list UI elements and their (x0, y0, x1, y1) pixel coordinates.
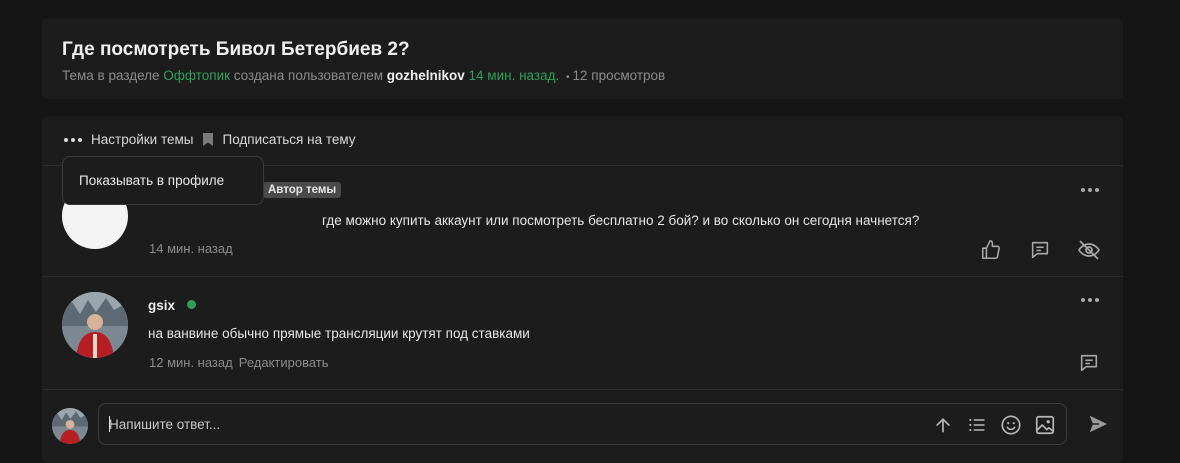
post-time[interactable]: 14 мин. назад (149, 241, 233, 256)
user-photo (62, 292, 128, 358)
divider (42, 389, 1123, 390)
arrow-up-icon[interactable] (933, 415, 953, 435)
reply-box (98, 403, 1067, 445)
separator-dot: • (565, 72, 570, 83)
topic-settings-dropdown: Показывать в профиле (62, 156, 264, 205)
topic-title: Где посмотреть Бивол Бетербиев 2? (62, 39, 410, 60)
post-author-name[interactable]: gsix (148, 298, 175, 313)
send-icon[interactable] (1087, 413, 1109, 435)
subscribe-button[interactable]: Подписаться на тему (193, 132, 356, 147)
post-text: где можно купить аккаунт или посмотреть … (322, 213, 920, 228)
topic-settings-button[interactable]: Настройки темы (64, 132, 193, 147)
topic-meta: Тема в разделе Оффтопик создана пользова… (62, 68, 665, 83)
list-icon[interactable] (966, 415, 988, 435)
reply-input[interactable] (109, 404, 909, 444)
user-photo (52, 408, 88, 444)
post-time[interactable]: 12 мин. назад (149, 355, 233, 370)
meta-created-by: создана пользователем (230, 68, 387, 83)
divider (42, 276, 1123, 277)
reply-comment-icon[interactable] (1078, 352, 1100, 374)
views-count: 12 просмотров (572, 68, 666, 83)
avatar[interactable] (62, 292, 128, 358)
image-icon[interactable] (1034, 414, 1056, 436)
topic-settings-label: Настройки темы (91, 132, 194, 147)
reply-comment-icon[interactable] (1029, 239, 1051, 261)
author-link[interactable]: gozhelnikov (387, 68, 465, 83)
post-menu-button[interactable] (1081, 298, 1099, 302)
text-caret (109, 416, 110, 432)
topic-time: 14 мин. назад. (468, 68, 560, 83)
author-badge: Автор темы (263, 182, 342, 198)
meta-prefix: Тема в разделе (62, 68, 164, 83)
post-time-row: 12 мин. назад Редактировать (149, 355, 329, 370)
current-user-avatar (52, 408, 88, 444)
emoji-icon[interactable] (1000, 414, 1022, 436)
online-status-dot (187, 300, 196, 309)
post-text: на ванвине обычно прямые трансляции крут… (148, 326, 530, 341)
section-link[interactable]: Оффтопик (163, 68, 230, 83)
thread: Настройки темы Подписаться на тему Автор… (42, 116, 1123, 463)
show-in-profile-option[interactable]: Показывать в профиле (79, 173, 224, 188)
subscribe-label: Подписаться на тему (222, 132, 356, 147)
edit-button[interactable]: Редактировать (239, 355, 329, 370)
bookmark-icon (203, 133, 214, 146)
topic-toolbar: Настройки темы Подписаться на тему (64, 132, 356, 147)
more-dots-icon (64, 137, 82, 142)
like-icon[interactable] (980, 239, 1002, 261)
hide-eye-icon[interactable] (1077, 238, 1101, 262)
post-menu-button[interactable] (1081, 188, 1099, 192)
topic-header: Где посмотреть Бивол Бетербиев 2? Тема в… (42, 18, 1123, 99)
